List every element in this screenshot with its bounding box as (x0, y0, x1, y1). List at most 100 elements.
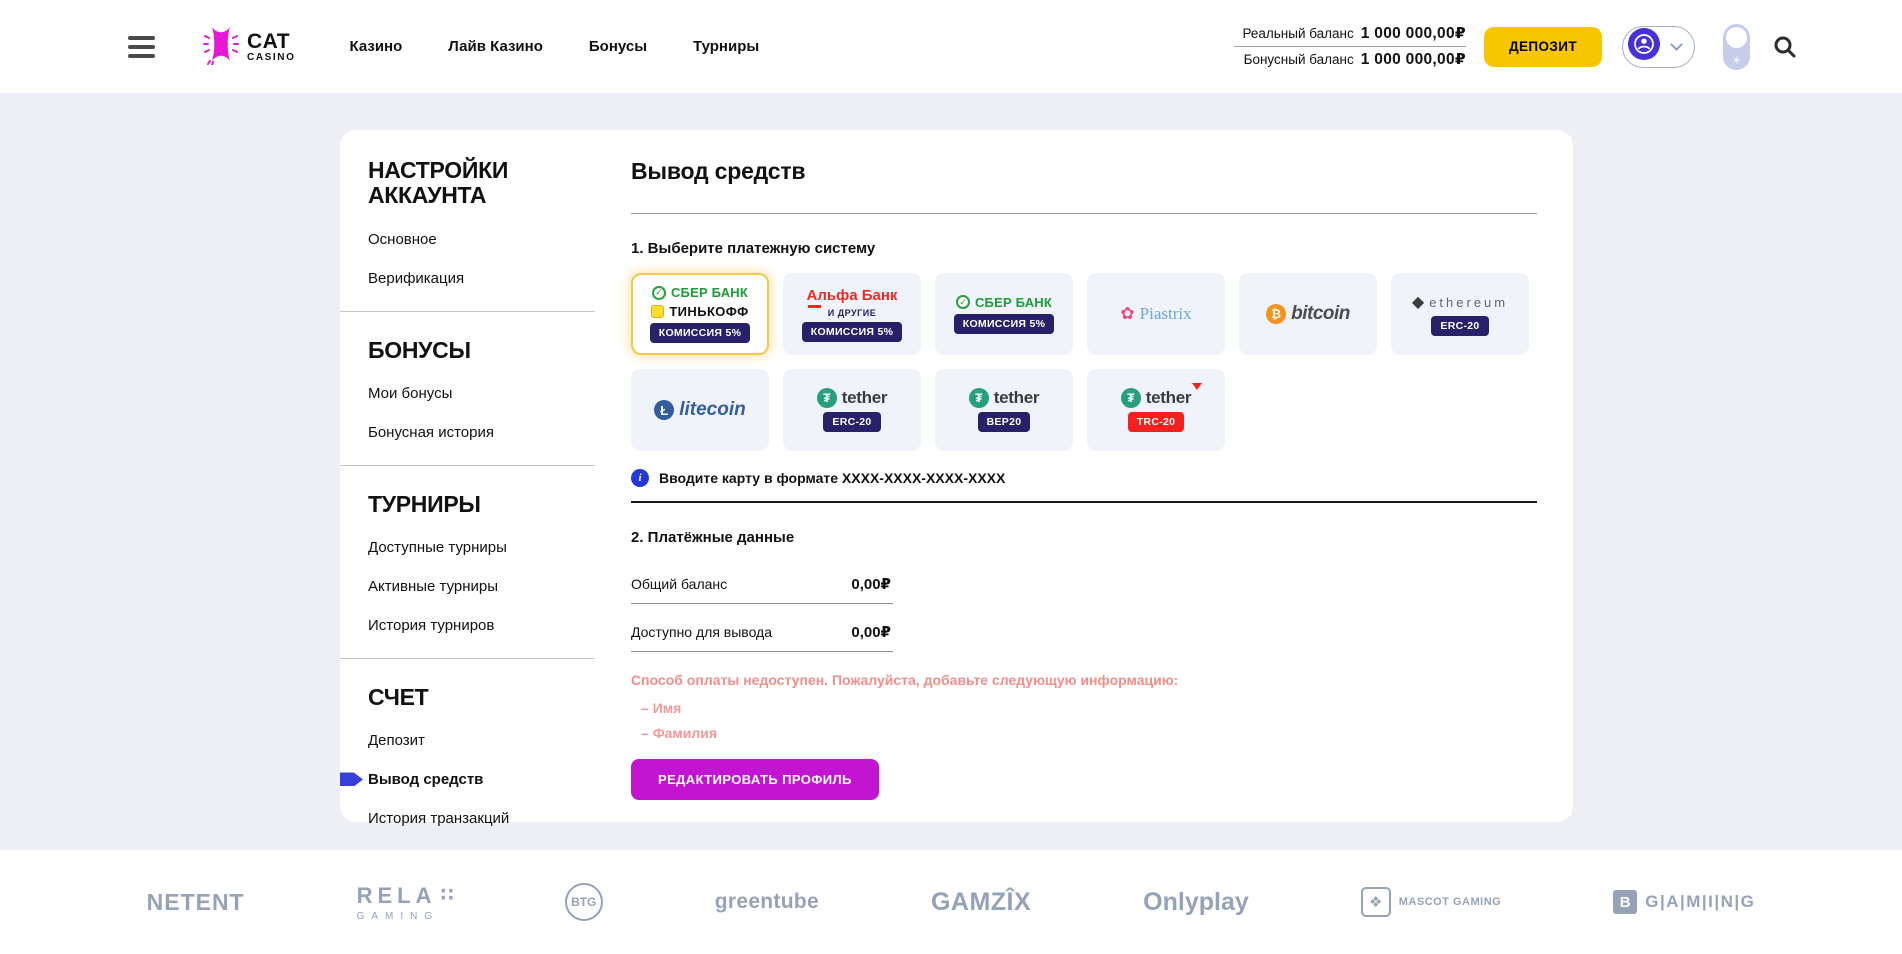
balance-summary-label: Доступно для вывода (631, 624, 772, 640)
sidebar-item-активные-турниры[interactable]: Активные турниры (368, 578, 631, 595)
balance-summary-row: Общий баланс0,00₽ (631, 566, 893, 604)
deposit-button[interactable]: ДЕПОЗИТ (1484, 27, 1602, 67)
sidebar: НАСТРОЙКИ АККАУНТАОсновноеВерификацияБОН… (340, 130, 631, 822)
brand-label: ethereum (1429, 295, 1508, 310)
balance-rows: Общий баланс0,00₽ Доступно для вывода 0,00… (631, 566, 893, 652)
sidebar-item-вывод-средств[interactable]: Вывод средств (368, 771, 631, 788)
brand-sber: СБЕР БАНК (652, 285, 748, 300)
nav-казино[interactable]: Казино (350, 38, 403, 55)
menu-icon[interactable] (128, 36, 155, 58)
piastrix-icon (1120, 304, 1134, 324)
brand-label: tether (842, 388, 887, 408)
sidebar-section-title: ТУРНИРЫ (368, 492, 591, 517)
nav-турниры[interactable]: Турниры (693, 38, 759, 55)
tether-icon (817, 388, 837, 408)
payment-method-piastrix[interactable]: Piastrix (1087, 273, 1225, 355)
balance-label: Бонусный баланс (1244, 52, 1354, 67)
commission-badge: BEP20 (978, 412, 1031, 432)
info-text: Вводите карту в формате XXXX-XXXX-XXXX-X… (659, 470, 1005, 486)
brand-label: ТИНЬКОФФ (669, 304, 748, 319)
payment-method-tether-trc20[interactable]: tetherTRC-20 (1087, 369, 1225, 451)
brand-tether: tether (817, 388, 887, 408)
balance-summary-value: 0,00₽ (851, 575, 891, 593)
edit-profile-button[interactable]: РЕДАКТИРОВАТЬ ПРОФИЛЬ (631, 759, 879, 800)
brand-tether: tether (969, 388, 1039, 408)
sidebar-item-депозит[interactable]: Депозит (368, 732, 631, 749)
brand-label: litecoin (679, 399, 746, 421)
payment-method-sber[interactable]: СБЕР БАНК КОМИССИЯ 5% (935, 273, 1073, 355)
logo[interactable]: CAT CASINO (203, 23, 296, 70)
payment-method-sber-tinkoff[interactable]: СБЕР БАНК ТИНЬКОФФ КОМИССИЯ 5% (631, 273, 769, 355)
divider (631, 501, 1537, 503)
brand-ethereum: ethereum (1412, 292, 1508, 312)
brand-bitcoin: bitcoin (1266, 303, 1350, 325)
missing-field-фамилия: Фамилия (641, 725, 1537, 741)
balance-value: 1 000 000,00₽ (1361, 50, 1466, 69)
missing-field-имя: Имя (641, 700, 1537, 716)
sidebar-item-основное[interactable]: Основное (368, 231, 631, 248)
provider-logo-greentube: greentube (715, 890, 819, 914)
sidebar-item-верификация[interactable]: Верификация (368, 270, 631, 287)
sber-icon (652, 286, 666, 300)
btg-emblem-icon: BTG (565, 883, 603, 921)
commission-badge: КОМИССИЯ 5% (650, 323, 751, 343)
bitcoin-icon (1266, 304, 1286, 324)
divider (340, 658, 595, 659)
active-marker-icon (340, 772, 363, 786)
top-bar: CAT CASINO Казино Лайв Казино Бонусы Турнир… (0, 0, 1902, 93)
litecoin-icon (654, 400, 674, 420)
sidebar-item-история-транзакций[interactable]: История транзакций (368, 810, 631, 827)
relax-dots-icon: ∷ (441, 884, 453, 907)
tether-icon (969, 388, 989, 408)
nav-лайв-казино[interactable]: Лайв Казино (448, 38, 543, 55)
payment-method-bitcoin[interactable]: bitcoin (1239, 273, 1377, 355)
payment-method-litecoin[interactable]: litecoin (631, 369, 769, 451)
brand-label: Альфа Банк (807, 287, 898, 304)
step1-label: 1. Выберите платежную систему (631, 240, 1537, 257)
sber-icon (956, 295, 970, 309)
logo-text-casino: CASINO (247, 53, 296, 63)
balance-block: Реальный баланс1 000 000,00₽ Бонусный бал… (1234, 21, 1466, 72)
avatar-icon (1628, 28, 1660, 65)
main-nav: Казино Лайв Казино Бонусы Турниры (350, 38, 760, 55)
bgaming-b-icon: B (1613, 890, 1637, 914)
tile-subtext: И ДРУГИЕ (828, 308, 876, 318)
payment-method-tether-erc20[interactable]: tetherERC-20 (783, 369, 921, 451)
sidebar-item-мои-бонусы[interactable]: Мои бонусы (368, 385, 631, 402)
balance-row: Реальный баланс1 000 000,00₽ (1234, 21, 1466, 47)
balance-summary-row: Доступно для вывода 0,00₽ (631, 614, 893, 652)
divider (340, 311, 595, 312)
payment-method-alfa[interactable]: Альфа БанкИ ДРУГИЕКОМИССИЯ 5% (783, 273, 921, 355)
account-card: НАСТРОЙКИ АККАУНТАОсновноеВерификацияБОН… (340, 130, 1573, 822)
balance-value: 1 000 000,00₽ (1361, 24, 1466, 43)
info-icon (631, 469, 649, 487)
nav-бонусы[interactable]: Бонусы (589, 38, 647, 55)
cat-logo-icon (203, 23, 239, 70)
card-format-note: Вводите карту в формате XXXX-XXXX-XXXX-X… (631, 469, 1537, 487)
withdrawal-panel: Вывод средств 1. Выберите платежную сист… (631, 130, 1573, 822)
page-title: Вывод средств (631, 158, 1537, 185)
payment-method-ethereum[interactable]: ethereumERC-20 (1391, 273, 1529, 355)
commission-badge: TRC-20 (1128, 412, 1185, 432)
brand-litecoin: litecoin (654, 399, 746, 421)
sidebar-item-история-турниров[interactable]: История турниров (368, 617, 631, 634)
brand-label: СБЕР БАНК (671, 285, 748, 300)
chevron-down-icon (1670, 38, 1683, 51)
search-icon[interactable] (1772, 34, 1798, 60)
theme-toggle[interactable]: ☀ (1723, 24, 1750, 70)
balance-summary-value: 0,00₽ (851, 623, 891, 641)
sidebar-item-бонусная-история[interactable]: Бонусная история (368, 424, 631, 441)
provider-logo-gamzix: GAMZÎX (931, 888, 1031, 917)
payment-method-tether-bep20[interactable]: tether BEP20 (935, 369, 1073, 451)
sidebar-item-доступные-турниры[interactable]: Доступные турниры (368, 539, 631, 556)
commission-badge: КОМИССИЯ 5% (954, 314, 1055, 334)
brand-piastrix: Piastrix (1120, 304, 1191, 324)
brand-label: bitcoin (1291, 303, 1350, 325)
step2-label: 2. Платёжные данные (631, 529, 1537, 546)
brand-label: СБЕР БАНК (975, 295, 1052, 310)
profile-menu[interactable] (1622, 26, 1695, 68)
provider-logo-onlyplay: Onlyplay (1143, 888, 1249, 917)
sidebar-section-title: СЧЕТ (368, 685, 591, 710)
divider (340, 465, 595, 466)
logo-text-cat: CAT (247, 31, 296, 52)
